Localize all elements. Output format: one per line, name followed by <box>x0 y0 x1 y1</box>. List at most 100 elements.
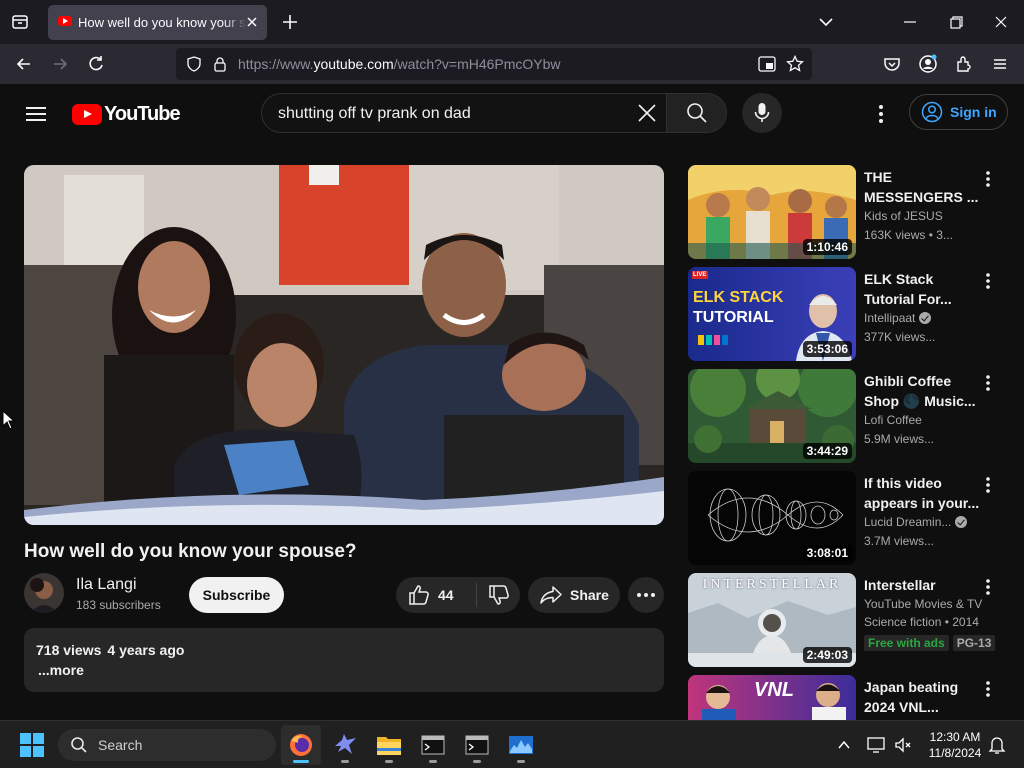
related-thumbnail[interactable]: VNL <box>688 675 856 720</box>
related-channel[interactable]: Lofi Coffee <box>864 413 922 427</box>
action-menu-icon[interactable] <box>980 475 996 495</box>
related-video-item[interactable]: 3:44:29 Ghibli Coffee Shop 🌑 Music... Lo… <box>688 369 1008 463</box>
description-more-link[interactable]: ...more <box>38 662 84 678</box>
running-indicator <box>385 760 393 763</box>
clear-search-icon[interactable] <box>636 102 658 124</box>
channel-name[interactable]: Ila Langi <box>76 576 137 594</box>
reload-icon[interactable] <box>86 54 106 74</box>
related-title[interactable]: Ghibli Coffee Shop 🌑 Music... <box>864 371 982 411</box>
activity-monitor-icon <box>509 736 533 754</box>
taskbar-search-label: Search <box>98 737 143 753</box>
video-duration: 1:10:46 <box>802 239 852 255</box>
chevron-down-icon[interactable] <box>816 12 836 32</box>
folder-icon <box>377 737 401 755</box>
minimize-window-icon[interactable] <box>900 12 920 32</box>
windows-start-icon[interactable] <box>20 733 44 757</box>
related-channel-name: Lucid Dreamin... <box>864 515 952 529</box>
related-title[interactable]: Interstellar <box>864 575 982 595</box>
display-icon[interactable] <box>866 735 886 755</box>
url-text[interactable]: https://www.youtube.com/watch?v=mH46PmcO… <box>238 56 561 72</box>
like-dislike-group: 44 <box>396 577 520 613</box>
channel-avatar[interactable] <box>24 573 64 613</box>
sign-in-button[interactable]: Sign in <box>909 94 1008 130</box>
system-clock[interactable]: 12:30 AM 11/8/2024 <box>920 729 990 761</box>
related-video-item[interactable]: 3:08:01 If this video appears in your...… <box>688 471 1008 565</box>
search-input[interactable]: shutting off tv prank on dad <box>261 93 667 133</box>
settings-kebab-icon[interactable] <box>870 103 892 125</box>
related-title[interactable]: ELK Stack Tutorial For... <box>864 269 982 309</box>
search-button[interactable] <box>666 93 727 133</box>
chevron-up-icon[interactable] <box>836 737 852 753</box>
action-menu-icon[interactable] <box>980 169 996 189</box>
thumbs-down-icon <box>488 585 509 605</box>
guide-menu-icon[interactable] <box>22 102 50 126</box>
youtube-logo[interactable]: YouTube <box>72 103 181 125</box>
related-thumbnail[interactable]: 1:10:46 <box>688 165 856 259</box>
forward-arrow-icon[interactable] <box>50 54 70 74</box>
related-title[interactable]: If this video appears in your... <box>864 473 982 513</box>
account-icon[interactable] <box>918 54 938 74</box>
subscribe-button[interactable]: Subscribe <box>189 577 284 613</box>
related-channel[interactable]: YouTube Movies & TV <box>864 597 982 611</box>
related-thumbnail[interactable]: 3:08:01 <box>688 471 856 565</box>
extensions-icon[interactable] <box>954 54 974 74</box>
more-actions-button[interactable] <box>628 577 664 613</box>
account-circle-icon <box>921 101 943 123</box>
action-menu-icon[interactable] <box>980 679 996 699</box>
related-video-item[interactable]: LIVE ELK STACK TUTORIAL 3:53:06 ELK Stac… <box>688 267 1008 361</box>
lock-icon[interactable] <box>212 56 228 72</box>
firefox-icon <box>290 734 312 756</box>
related-title[interactable]: THE MESSENGERS ... <box>864 167 982 207</box>
verified-badge-icon <box>955 516 968 528</box>
bookmark-star-icon[interactable] <box>786 55 804 73</box>
search-icon <box>686 103 707 123</box>
action-menu-icon[interactable] <box>980 373 996 393</box>
related-channel[interactable]: Lucid Dreamin... <box>864 515 968 529</box>
related-video-item[interactable]: INTERSTELLAR 2:49:03 Interstellar YouTub… <box>688 573 1008 667</box>
voice-search-button[interactable] <box>742 93 782 133</box>
related-thumbnail[interactable]: LIVE ELK STACK TUTORIAL 3:53:06 <box>688 267 856 361</box>
related-thumbnail[interactable]: 3:44:29 <box>688 369 856 463</box>
search-icon <box>71 737 87 753</box>
url-prefix: https://www. <box>238 56 314 72</box>
taskbar-terminal-2[interactable] <box>457 725 497 765</box>
related-channel[interactable]: Intellipaat <box>864 311 932 325</box>
volume-muted-icon[interactable] <box>893 735 913 755</box>
description-box[interactable]: 718 views 4 years ago ...more <box>24 628 664 692</box>
taskbar-terminal-1[interactable] <box>413 725 453 765</box>
new-tab-icon[interactable] <box>280 12 300 32</box>
related-meta: 377K views... <box>864 330 936 344</box>
taskbar-monitor-app[interactable] <box>501 725 541 765</box>
browser-tab-active[interactable]: How well do you know your spouse? - YouT… <box>48 5 267 40</box>
view-meta: 718 views 4 years ago <box>36 642 184 658</box>
dislike-button[interactable] <box>477 577 520 613</box>
taskbar-app-bird[interactable] <box>325 725 365 765</box>
upload-age: 4 years ago <box>107 642 185 658</box>
close-tab-icon[interactable] <box>245 15 259 29</box>
like-button[interactable]: 44 <box>396 577 476 613</box>
related-channel[interactable]: Kids of JESUS <box>864 209 943 223</box>
close-window-icon[interactable] <box>991 12 1011 32</box>
video-player[interactable] <box>24 165 664 525</box>
back-arrow-icon[interactable] <box>14 54 34 74</box>
related-video-item[interactable]: VNL Japan beating 2024 VNL... <box>688 675 1008 720</box>
notification-bell-icon[interactable] <box>988 735 1006 755</box>
firefox-view-icon[interactable] <box>6 8 34 36</box>
share-button[interactable]: Share <box>528 577 620 613</box>
related-thumbnail[interactable]: INTERSTELLAR 2:49:03 <box>688 573 856 667</box>
tracking-protection-shield-icon[interactable] <box>186 56 202 72</box>
related-channel-name: Intellipaat <box>864 311 916 325</box>
related-title[interactable]: Japan beating 2024 VNL... <box>864 677 982 717</box>
taskbar-search-box[interactable]: Search <box>58 729 276 761</box>
related-video-item[interactable]: 1:10:46 THE MESSENGERS ... Kids of JESUS… <box>688 165 1008 259</box>
share-arrow-icon <box>540 586 562 604</box>
action-menu-icon[interactable] <box>980 271 996 291</box>
taskbar-firefox[interactable] <box>281 725 321 765</box>
action-menu-icon[interactable] <box>980 577 996 597</box>
picture-in-picture-icon[interactable] <box>758 56 776 72</box>
pocket-icon[interactable] <box>882 54 902 74</box>
taskbar-file-explorer[interactable] <box>369 725 409 765</box>
address-bar[interactable]: https://www.youtube.com/watch?v=mH46PmcO… <box>176 48 812 80</box>
restore-window-icon[interactable] <box>946 12 966 32</box>
menu-icon[interactable] <box>990 54 1010 74</box>
